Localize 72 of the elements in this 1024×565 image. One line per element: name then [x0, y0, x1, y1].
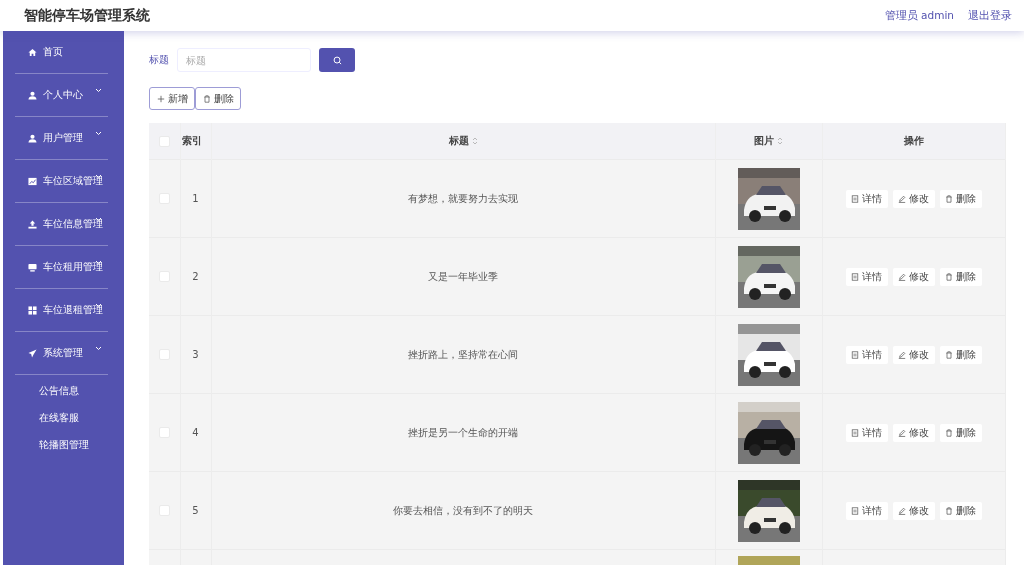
edit-button[interactable]: 修改: [892, 501, 935, 520]
delete-button[interactable]: 删除: [939, 345, 982, 364]
home-icon: [28, 47, 37, 57]
document-icon: [851, 272, 859, 281]
column-header[interactable]: 标题: [448, 135, 469, 146]
trash-icon: [945, 194, 953, 203]
delete-button[interactable]: 删除: [939, 189, 982, 208]
trash-icon: [945, 272, 953, 281]
table-cell: 又是一年毕业季: [428, 270, 498, 282]
column-header: 操作: [903, 135, 924, 146]
details-button[interactable]: 详情: [845, 501, 888, 520]
paper-plane-icon: [28, 348, 37, 358]
document-icon: [851, 350, 859, 359]
chart-icon: [28, 176, 37, 186]
search-label: 标题: [149, 53, 169, 67]
trash-icon: [945, 428, 953, 437]
plus-icon: [156, 94, 165, 103]
edit-button[interactable]: 修改: [892, 189, 935, 208]
table-cell: 有梦想，就要努力去实现: [408, 192, 518, 204]
person-icon: [28, 133, 37, 143]
logout-link[interactable]: 退出登录: [968, 8, 1012, 23]
add-button[interactable]: 新增: [149, 87, 195, 110]
table-cell: 2: [192, 271, 199, 282]
table-cell: 挫折路上，坚持常在心间: [408, 348, 518, 360]
delete-button[interactable]: 删除: [939, 501, 982, 520]
details-button[interactable]: 详情: [845, 345, 888, 364]
edit-button[interactable]: 修改: [892, 267, 935, 286]
details-button[interactable]: 详情: [845, 189, 888, 208]
person-icon: [28, 90, 37, 100]
menu-item[interactable]: 个人中心: [15, 74, 108, 117]
trash-icon: [202, 94, 211, 103]
edit-button[interactable]: 修改: [892, 345, 935, 364]
menu-item[interactable]: 系统管理: [15, 332, 108, 375]
submenu-item[interactable]: 轮播图管理: [3, 432, 124, 459]
table-cell: 挫折是另一个生命的开端: [408, 426, 518, 438]
table-cell: 5: [192, 505, 199, 516]
search-button[interactable]: [319, 48, 355, 72]
details-button[interactable]: 详情: [845, 423, 888, 442]
delete-button[interactable]: 删除: [195, 87, 241, 110]
table-cell: 3: [192, 349, 199, 360]
table-cell: 1: [192, 193, 199, 204]
document-icon: [851, 428, 859, 437]
menu-item[interactable]: 用户管理: [15, 117, 108, 160]
trash-icon: [945, 506, 953, 515]
sort-icon[interactable]: [777, 137, 783, 145]
table-cell: 你要去相信，没有到不了的明天: [393, 504, 533, 516]
search-field[interactable]: 标题: [177, 48, 311, 72]
trash-icon: [945, 350, 953, 359]
monitor-icon: [28, 262, 37, 272]
pen-icon: [898, 194, 906, 203]
document-icon: [851, 506, 859, 515]
grid-icon: [28, 305, 37, 315]
sort-icon[interactable]: [471, 137, 478, 145]
table-cell: 4: [192, 427, 199, 438]
delete-button[interactable]: 删除: [939, 267, 982, 286]
column-header: 索引: [181, 135, 202, 146]
column-header[interactable]: 图片: [754, 135, 774, 146]
delete-button[interactable]: 删除: [939, 423, 982, 442]
submenu-item[interactable]: 在线客服: [3, 405, 124, 432]
document-icon: [851, 194, 859, 203]
app-title: 智能停车场管理系统: [24, 6, 150, 25]
upload-icon: [28, 219, 37, 229]
submenu-item[interactable]: 公告信息: [3, 378, 124, 405]
pen-icon: [898, 350, 906, 359]
user-link[interactable]: 管理员 admin: [884, 8, 954, 23]
search-icon: [332, 55, 342, 65]
pen-icon: [898, 506, 906, 515]
pen-icon: [898, 272, 906, 281]
menu-item[interactable]: 首页: [15, 31, 108, 74]
pen-icon: [898, 428, 906, 437]
edit-button[interactable]: 修改: [892, 423, 935, 442]
details-button[interactable]: 详情: [845, 267, 888, 286]
